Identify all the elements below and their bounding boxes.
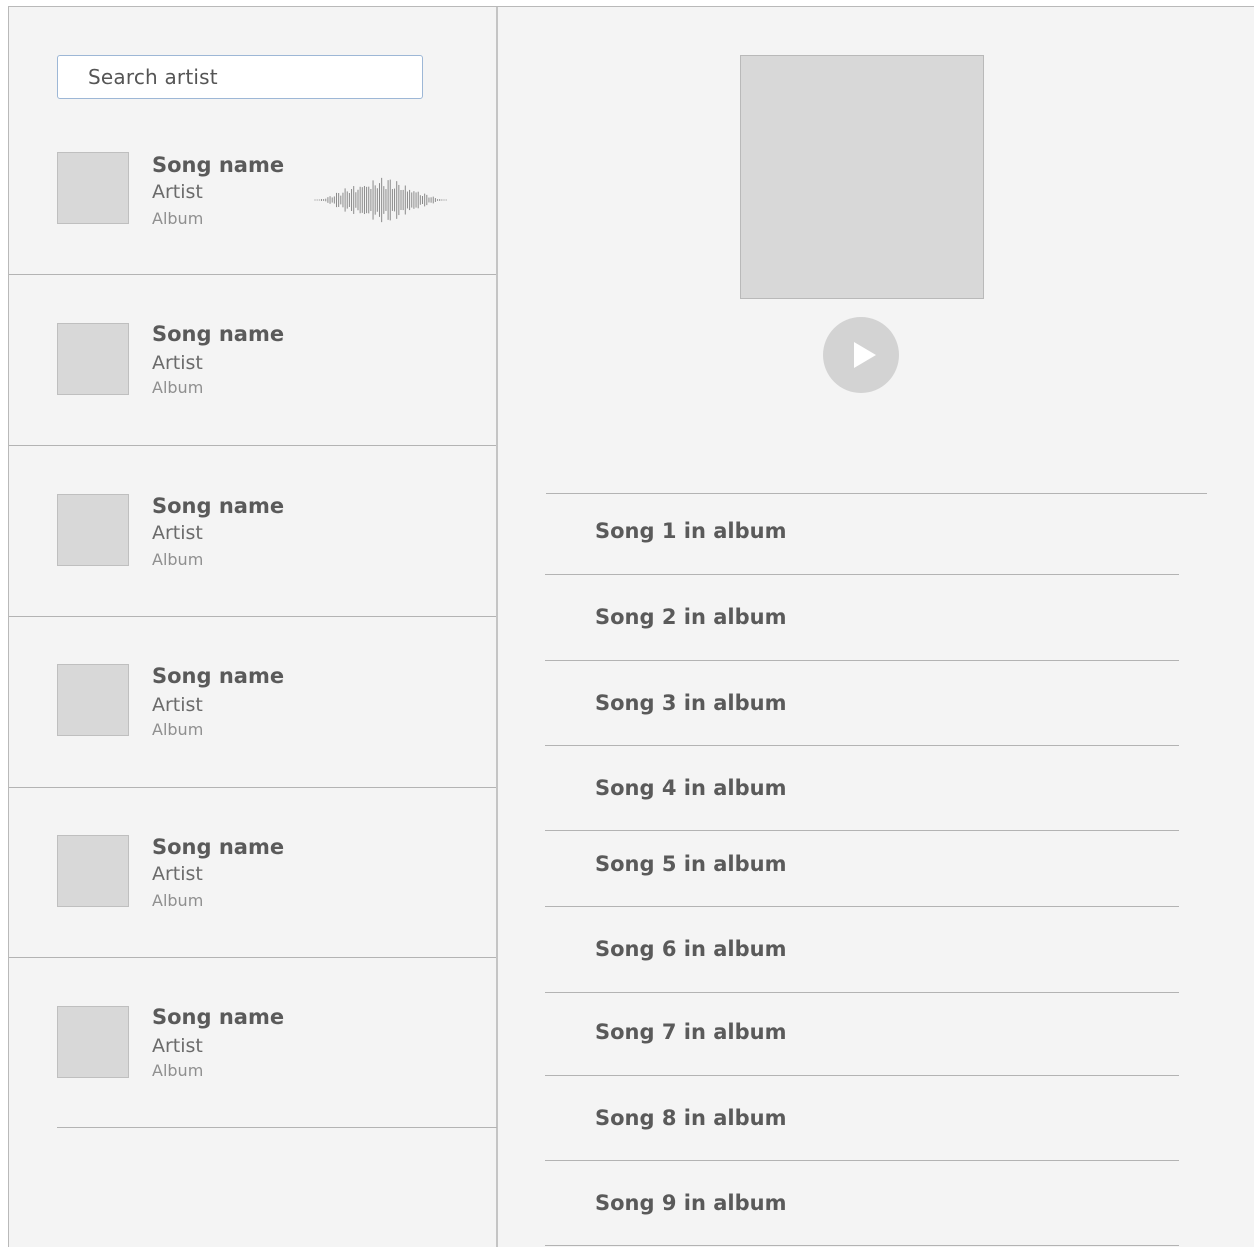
song-artist: Artist [152,352,203,374]
waveform-icon [314,177,447,223]
song-artist: Artist [152,522,203,544]
song-row[interactable]: Song name Artist Album [9,446,496,617]
song-row[interactable]: Song name Artist Album [9,617,496,788]
track-label: Song 2 in album [595,605,787,629]
song-album: Album [152,720,204,739]
track-row[interactable]: Song 6 in album [545,907,1179,993]
song-album: Album [152,378,204,397]
song-thumbnail [57,323,129,395]
song-album: Album [152,891,204,910]
track-row[interactable]: Song 2 in album [545,575,1179,661]
track-label: Song 1 in album [595,519,787,543]
track-row[interactable]: Song 8 in album [545,1076,1179,1161]
song-thumbnail [57,835,129,907]
song-thumbnail [57,494,129,566]
song-artist: Artist [152,694,203,716]
app-frame: Search artist Song name Artist Album Son… [8,6,1254,1247]
play-button[interactable] [823,317,899,393]
song-name: Song name [152,664,285,688]
search-placeholder: Search artist [88,65,218,89]
song-row[interactable]: Song name Artist Album [9,958,496,1129]
track-row[interactable]: Song 9 in album [545,1161,1179,1246]
track-row[interactable]: Song 5 in album [545,831,1179,907]
song-row[interactable]: Song name Artist Album [9,275,496,446]
track-label: Song 7 in album [595,1020,787,1044]
song-album: Album [152,1061,204,1080]
song-thumbnail [57,664,129,736]
track-label: Song 4 in album [595,776,787,800]
track-label: Song 5 in album [595,852,787,876]
track-label: Song 6 in album [595,937,787,961]
song-list-panel: Search artist Song name Artist Album Son… [9,7,498,1247]
song-artist: Artist [152,1035,203,1057]
track-label: Song 9 in album [595,1191,787,1215]
song-name: Song name [152,494,285,518]
song-thumbnail [57,152,129,224]
song-name: Song name [152,835,285,859]
track-label: Song 3 in album [595,691,787,715]
track-row[interactable]: Song 7 in album [545,993,1179,1076]
track-row[interactable]: Song 1 in album [545,494,1179,575]
album-cover [740,55,984,299]
song-row[interactable]: Song name Artist Album [9,787,496,958]
song-name: Song name [152,322,285,346]
track-label: Song 8 in album [595,1106,787,1130]
track-row[interactable]: Song 3 in album [545,661,1179,746]
song-album: Album [152,550,204,569]
song-artist: Artist [152,863,203,885]
song-thumbnail [57,1006,129,1078]
song-name: Song name [152,153,285,177]
search-input[interactable]: Search artist [57,55,423,99]
list-divider [57,1127,497,1128]
song-artist: Artist [152,181,203,203]
song-name: Song name [152,1005,285,1029]
song-album: Album [152,209,204,228]
track-row[interactable]: Song 4 in album [545,746,1179,831]
